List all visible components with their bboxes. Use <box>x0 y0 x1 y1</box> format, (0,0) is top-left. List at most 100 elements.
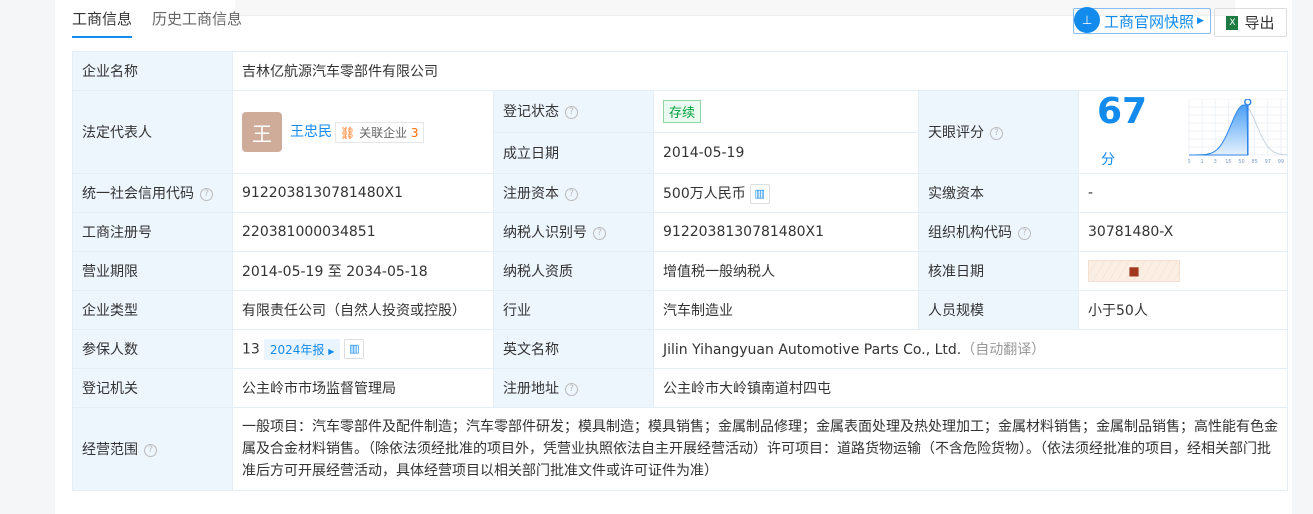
related-label: 关联企业 <box>359 125 408 140</box>
approve-date-cell: ■ <box>1078 251 1288 291</box>
help-icon[interactable]: ? <box>565 382 578 396</box>
label: 注册地址 <box>503 381 559 397</box>
score-marker <box>1243 99 1252 106</box>
label: 纳税人资质 <box>493 251 654 291</box>
label: 参保人数 <box>72 329 233 369</box>
insured-cell: 13 2024年报 ▶ ▥ <box>232 329 494 369</box>
help-icon[interactable]: ? <box>565 105 578 119</box>
label: 法定代表人 <box>72 90 233 174</box>
related-companies-badge[interactable]: ⛓ 关联企业 3 <box>335 121 424 143</box>
status-cell: 存续 <box>653 90 919 133</box>
taxpayer-qualification: 增值税一般纳税人 <box>653 251 919 291</box>
reg-number: 220381000034851 <box>232 212 494 252</box>
label: 实缴资本 <box>918 173 1079 213</box>
help-icon[interactable]: ? <box>200 187 213 201</box>
label: 纳税人识别号 <box>503 225 587 241</box>
tab-business-info[interactable]: 工商信息 <box>72 8 133 38</box>
label: 行业 <box>493 290 654 330</box>
lock-icon[interactable]: ■ <box>1088 260 1180 282</box>
label: 组织机构代码 <box>928 225 1012 241</box>
english-name: Jilin Yihangyuan Automotive Parts Co., L… <box>663 342 962 358</box>
label: 统一社会信用代码 <box>82 186 194 202</box>
label: 英文名称 <box>493 329 654 369</box>
company-type: 有限责任公司（自然人投资或控股） <box>232 290 494 330</box>
tabs: 工商信息 历史工商信息 <box>72 8 242 38</box>
label: 企业名称 <box>72 51 233 91</box>
score-value: 67 <box>1097 91 1148 132</box>
rating-cell: 67分 0131550859799100 <box>1078 90 1288 174</box>
label: 营业期限 <box>72 251 233 291</box>
help-icon[interactable]: ? <box>593 226 606 240</box>
capital-cell: 500万人民币 ▥ <box>653 173 919 213</box>
help-icon[interactable]: ? <box>565 187 578 201</box>
auto-translate-note: （自动翻译） <box>961 342 1046 358</box>
excel-icon: X <box>1226 15 1239 30</box>
business-scope: 一般项目：汽车零部件及配件制造；汽车零部件研发；模具制造；模具销售；金属制品修理… <box>232 407 1288 491</box>
x-tick-label: 99 <box>1277 159 1283 165</box>
company-name: 吉林亿航源汽车零部件有限公司 <box>232 51 1288 91</box>
label-cell: 纳税人识别号? <box>493 212 654 252</box>
capital-value: 500万人民币 <box>663 185 746 202</box>
business-term: 2014-05-19 至 2034-05-18 <box>232 251 494 291</box>
snapshot-button[interactable]: ⊥ 工商官网快照 ▶ <box>1073 7 1211 34</box>
help-icon[interactable]: ? <box>1018 226 1031 240</box>
score-distribution-chart: 0131550859799100 <box>1188 99 1287 165</box>
x-tick-label: 3 <box>1213 159 1216 165</box>
tab-history-info[interactable]: 历史工商信息 <box>152 8 242 38</box>
chart-icon[interactable]: ▥ <box>344 339 365 359</box>
related-count: 3 <box>410 125 419 140</box>
x-tick-label: 85 <box>1251 159 1257 165</box>
industry: 汽车制造业 <box>653 290 919 330</box>
x-tick-label: 1 <box>1200 159 1203 165</box>
label-cell: 统一社会信用代码? <box>72 173 233 213</box>
x-tick-label: 15 <box>1225 159 1231 165</box>
label: 成立日期 <box>493 131 654 174</box>
label-cell: 天眼评分? <box>918 90 1079 174</box>
insured-count: 13 <box>242 341 260 357</box>
registered-address: 公主岭市大岭镇南道村四屯 <box>653 368 1288 408</box>
label: 注册资本 <box>503 186 559 202</box>
legal-rep-cell: 王王忠民 ⛓ 关联企业 3 <box>232 90 494 174</box>
stamp-icon: ⊥ <box>1074 7 1100 33</box>
score-unit: 分 <box>1101 152 1115 168</box>
legal-rep-link[interactable]: 王忠民 <box>290 124 332 140</box>
staff-size: 小于50人 <box>1078 290 1288 330</box>
export-button[interactable]: X 导出 <box>1214 8 1287 37</box>
chart-icon[interactable]: ▥ <box>749 183 770 204</box>
label-cell: 注册资本? <box>493 173 654 213</box>
annual-report-link[interactable]: 2024年报 ▶ <box>263 338 341 360</box>
avatar: 王 <box>242 112 282 152</box>
tax-id: 9122038130781480X1 <box>653 212 919 252</box>
label-cell: 经营范围? <box>72 407 233 491</box>
x-tick-label: 97 <box>1264 159 1270 165</box>
label-cell: 登记状态? <box>493 90 654 133</box>
label-cell: 组织机构代码? <box>918 212 1079 252</box>
help-icon[interactable]: ? <box>144 443 157 457</box>
help-icon[interactable]: ? <box>990 126 1003 140</box>
label-cell: 注册地址? <box>493 368 654 408</box>
x-tick-label: 50 <box>1238 159 1244 165</box>
caret-right-icon: ▶ <box>1197 16 1204 26</box>
business-info-table: 企业名称 吉林亿航源汽车零部件有限公司 法定代表人 王王忠民 ⛓ 关联企业 3 登记… <box>72 51 1288 491</box>
org-code: 30781480-X <box>1078 212 1288 252</box>
x-tick-label: 0 <box>1188 159 1191 165</box>
english-name-cell: Jilin Yihangyuan Automotive Parts Co., L… <box>653 329 1288 369</box>
label: 企业类型 <box>72 290 233 330</box>
snapshot-label: 工商官网快照 <box>1104 12 1195 31</box>
annual-report-label: 2024年报 <box>269 342 325 357</box>
network-icon: ⛓ <box>340 125 356 140</box>
label: 天眼评分 <box>928 125 984 141</box>
paid-capital: - <box>1078 173 1288 213</box>
label: 登记状态 <box>503 104 559 121</box>
credit-code: 9122038130781480X1 <box>232 173 494 213</box>
caret-right-icon: ▶ <box>328 346 335 356</box>
label: 经营范围 <box>82 442 138 458</box>
label: 登记机关 <box>72 368 233 408</box>
founded-date: 2014-05-19 <box>653 131 919 174</box>
label: 工商注册号 <box>72 212 233 252</box>
rating-score: 67 分 <box>1097 91 1160 173</box>
label: 人员规模 <box>918 290 1079 330</box>
label: 核准日期 <box>918 251 1079 291</box>
registration-authority: 公主岭市市场监督管理局 <box>232 368 494 408</box>
export-label: 导出 <box>1244 14 1275 32</box>
